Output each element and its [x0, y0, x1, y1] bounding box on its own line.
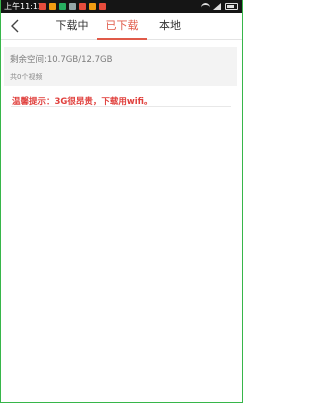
active-tab-indicator — [97, 38, 147, 40]
app-window: 上午11:12 下载中 已下载 本地 剩余空间:10.7GB/12.7GB 共0… — [0, 0, 243, 403]
storage-panel: 剩余空间:10.7GB/12.7GB 共0个视频 — [4, 47, 237, 86]
notification-icon-4 — [69, 3, 76, 10]
notification-icon-5 — [79, 3, 86, 10]
tab-downloaded[interactable]: 已下载 — [97, 13, 147, 40]
notification-icon-1 — [39, 3, 46, 10]
battery-icon — [225, 3, 238, 10]
tab-downloaded-label: 已下载 — [105, 19, 139, 32]
divider — [11, 106, 231, 107]
status-time: 上午11:12 — [4, 2, 44, 11]
video-count-text: 共0个视频 — [10, 73, 43, 81]
chevron-left-icon — [11, 19, 19, 33]
notification-icon-6 — [89, 3, 96, 10]
notification-icon-2 — [49, 3, 56, 10]
back-button[interactable] — [7, 17, 23, 35]
status-bar: 上午11:12 — [1, 0, 242, 13]
storage-space-text: 剩余空间:10.7GB/12.7GB — [10, 55, 113, 65]
tab-header: 下载中 已下载 本地 — [1, 13, 242, 40]
wifi-icon — [201, 3, 210, 10]
tab-local[interactable]: 本地 — [154, 13, 186, 39]
tab-downloading-label: 下载中 — [55, 19, 89, 32]
notification-icon-3 — [59, 3, 66, 10]
notification-icon-7 — [99, 3, 106, 10]
signal-icon — [213, 3, 221, 10]
tab-local-label: 本地 — [159, 19, 181, 32]
tab-downloading[interactable]: 下载中 — [51, 13, 93, 39]
